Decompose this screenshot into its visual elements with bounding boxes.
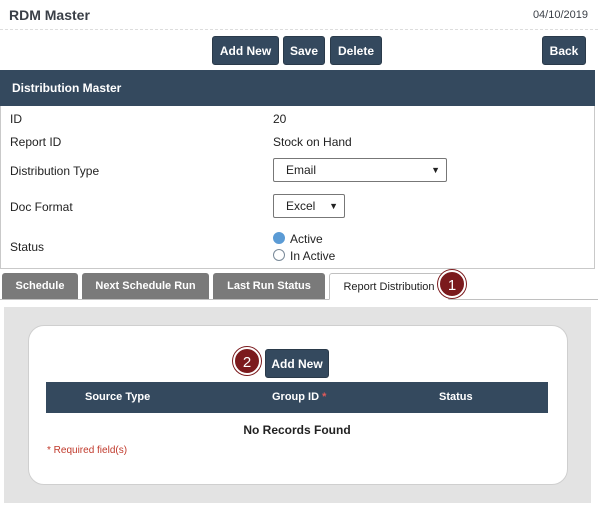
header-date: 04/10/2019 bbox=[532, 9, 588, 21]
add-new-distribution-button[interactable]: Add New bbox=[265, 349, 329, 378]
distribution-type-label: Distribution Type bbox=[10, 164, 100, 178]
distribution-table-header: Source Type Group ID * Status bbox=[46, 382, 548, 413]
doc-format-select[interactable]: Excel ▼ bbox=[273, 194, 345, 218]
tab-schedule[interactable]: Schedule bbox=[2, 273, 78, 300]
page-title: RDM Master bbox=[9, 7, 90, 23]
report-id-value: Stock on Hand bbox=[273, 135, 352, 149]
chevron-down-icon: ▼ bbox=[431, 165, 440, 175]
top-bar: RDM Master 04/10/2019 bbox=[0, 0, 598, 30]
status-active-label: Active bbox=[290, 232, 323, 246]
distribution-type-value: Email bbox=[286, 163, 317, 177]
save-button[interactable]: Save bbox=[283, 36, 325, 65]
chevron-down-icon: ▼ bbox=[329, 201, 338, 211]
status-inactive-label: In Active bbox=[290, 249, 336, 263]
tab-last-run-status[interactable]: Last Run Status bbox=[213, 273, 325, 300]
doc-format-label: Doc Format bbox=[10, 200, 73, 214]
section-header: Distribution Master bbox=[0, 70, 595, 106]
column-status: Status bbox=[439, 391, 473, 403]
back-button[interactable]: Back bbox=[542, 36, 586, 65]
doc-format-value: Excel bbox=[286, 199, 316, 213]
callout-badge-2: 2 bbox=[233, 347, 261, 375]
status-label: Status bbox=[10, 240, 45, 254]
tab-divider bbox=[0, 299, 598, 300]
id-value: 20 bbox=[273, 112, 287, 126]
delete-button[interactable]: Delete bbox=[330, 36, 382, 65]
tab-report-distribution[interactable]: Report Distribution bbox=[329, 273, 449, 300]
column-group-id: Group ID * bbox=[272, 382, 326, 413]
required-marker: * bbox=[322, 391, 327, 403]
distribution-type-select[interactable]: Email ▼ bbox=[273, 158, 447, 182]
status-active-radio[interactable] bbox=[273, 232, 285, 244]
tab-next-schedule-run[interactable]: Next Schedule Run bbox=[82, 273, 209, 300]
status-inactive-radio[interactable] bbox=[273, 249, 285, 261]
id-label: ID bbox=[10, 112, 22, 126]
required-note: * Required field(s) bbox=[47, 445, 128, 456]
report-id-label: Report ID bbox=[10, 135, 62, 149]
callout-badge-1: 1 bbox=[438, 270, 466, 298]
add-new-button[interactable]: Add New bbox=[212, 36, 279, 65]
column-group-id-label: Group ID bbox=[272, 391, 320, 403]
column-source-type: Source Type bbox=[85, 391, 151, 403]
empty-state-text: No Records Found bbox=[243, 423, 351, 437]
